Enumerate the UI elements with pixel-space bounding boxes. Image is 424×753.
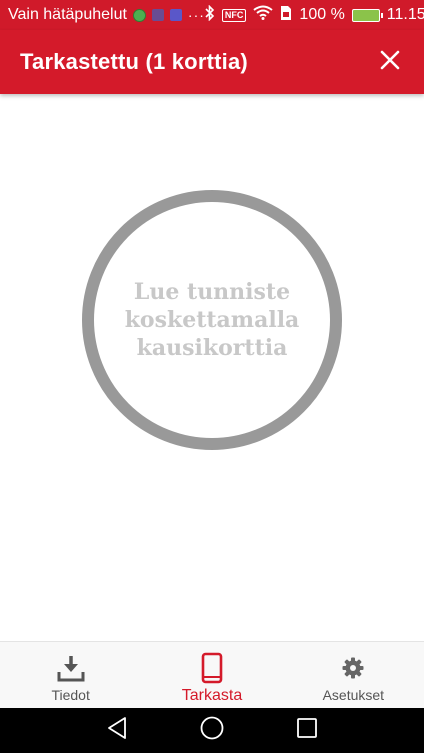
system-nav-bar [0, 708, 424, 753]
home-icon [199, 715, 225, 746]
app-notification-icon [151, 9, 164, 21]
more-notifications-icon: ··· [187, 7, 205, 23]
recents-button[interactable] [287, 711, 327, 751]
notification-icons: ··· [132, 7, 205, 23]
clock: 11.15 [386, 6, 424, 23]
sim-icon [280, 5, 292, 26]
close-button[interactable] [374, 46, 406, 78]
nav-label-tiedot: Tiedot [51, 687, 90, 703]
download-icon [56, 652, 86, 684]
reader-line-2: koskettamalla [124, 307, 300, 333]
wifi-icon [253, 5, 274, 25]
nfc-icon: NFC [221, 8, 247, 22]
bottom-nav: Tiedot Tarkasta Asetukset [0, 641, 424, 708]
battery-icon [351, 8, 383, 22]
usb-icon [169, 9, 182, 21]
reader-instructions: Lue tunniste koskettamalla kausikorttia [125, 278, 300, 362]
reader-line-3: kausikorttia [136, 335, 288, 361]
nav-label-asetukset: Asetukset [322, 687, 385, 703]
close-icon [380, 50, 400, 75]
app-bar: Tarkastettu (1 korttia) [0, 30, 424, 94]
status-bar: Vain hätäpuhelut ··· NFC 100 % 11.15 [0, 0, 424, 30]
home-button[interactable] [192, 711, 232, 751]
battery-percent: 100 % [299, 6, 345, 23]
status-right: NFC 100 % 11.15 [205, 4, 424, 26]
back-button[interactable] [97, 711, 137, 751]
card-reader-circle: Lue tunniste koskettamalla kausikorttia [82, 190, 342, 450]
phone-icon [201, 652, 223, 684]
recents-icon [296, 717, 318, 744]
bluetooth-icon [205, 4, 215, 26]
page-title: Tarkastettu (1 korttia) [20, 49, 248, 74]
back-icon [106, 716, 128, 745]
nav-label-tarkasta: Tarkasta [181, 687, 243, 704]
nav-item-asetukset[interactable]: Asetukset [283, 642, 424, 708]
carrier-text: Vain hätäpuhelut [8, 6, 127, 23]
status-left: Vain hätäpuhelut ··· [8, 6, 205, 24]
nav-item-tiedot[interactable]: Tiedot [0, 642, 141, 708]
nav-item-tarkasta[interactable]: Tarkasta [141, 642, 282, 708]
reader-line-1: Lue tunniste [133, 279, 291, 305]
globe-icon [132, 8, 146, 22]
gear-icon [342, 652, 364, 684]
